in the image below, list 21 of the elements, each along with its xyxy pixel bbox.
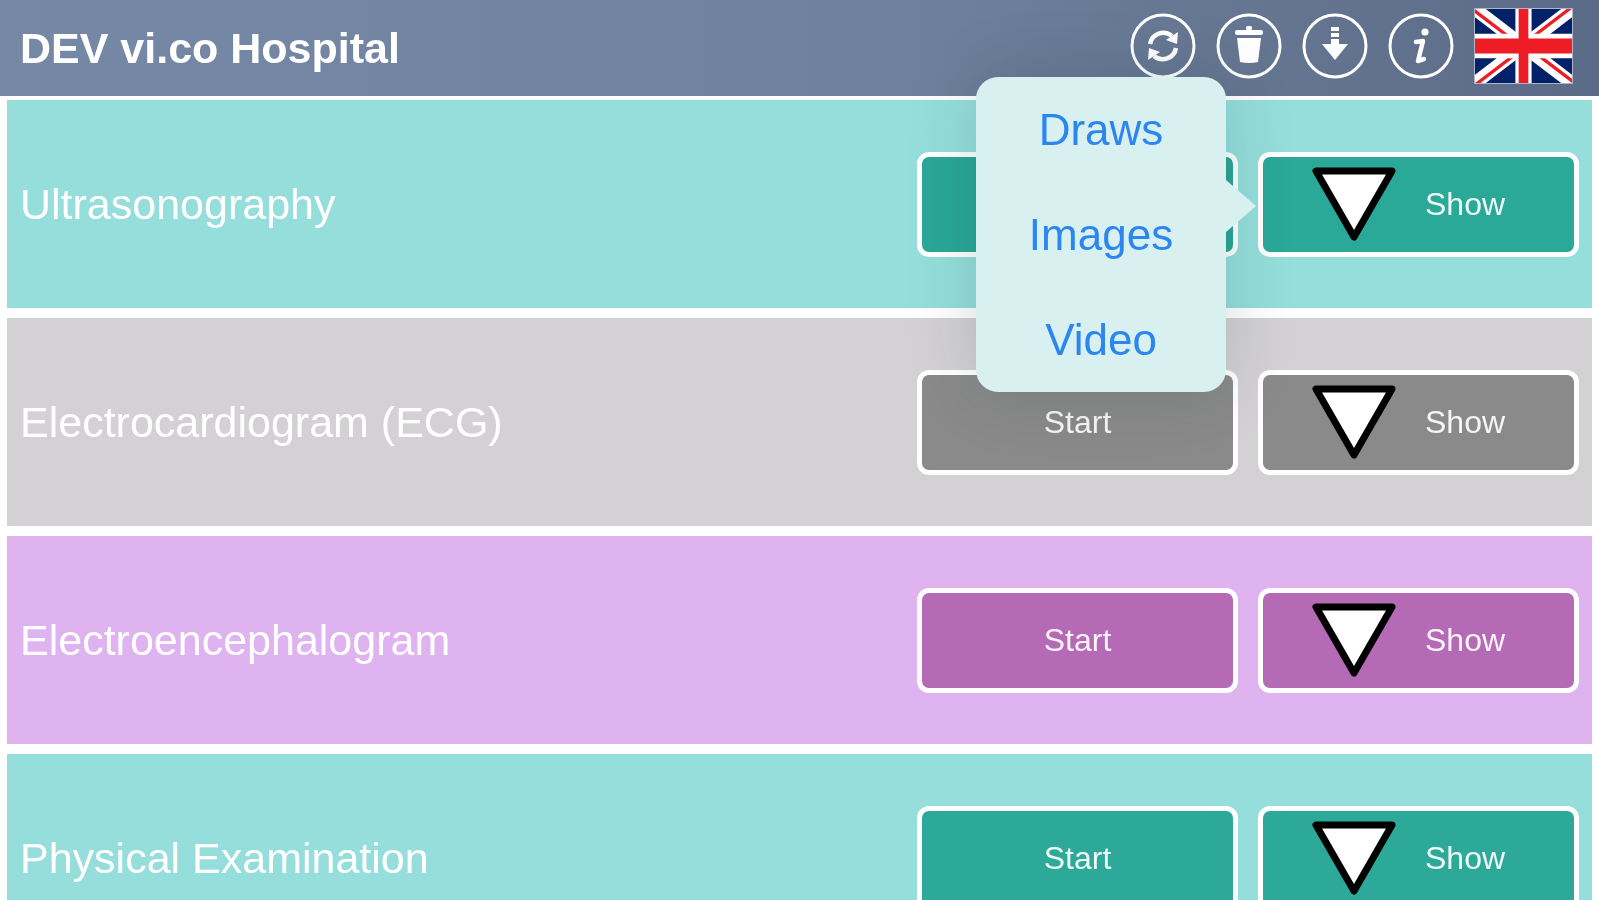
download-icon[interactable] xyxy=(1302,13,1368,79)
app-title: DEV vi.co Hospital xyxy=(20,23,400,73)
menu-item[interactable]: Draws xyxy=(976,77,1226,182)
exam-title: Physical Examination xyxy=(20,833,429,883)
down-triangle-icon xyxy=(1311,602,1397,678)
start-button[interactable]: Start xyxy=(917,805,1238,900)
down-triangle-icon xyxy=(1311,820,1397,896)
show-button[interactable]: Show xyxy=(1258,369,1579,475)
down-triangle-icon xyxy=(1311,384,1397,460)
exam-title: Ultrasonography xyxy=(20,179,336,229)
refresh-icon[interactable] xyxy=(1130,13,1196,79)
menu-item[interactable]: Images xyxy=(976,182,1226,287)
flag-icon[interactable] xyxy=(1475,9,1572,83)
start-button[interactable]: Start xyxy=(917,587,1238,693)
show-button[interactable]: Show xyxy=(1258,805,1579,900)
trash-icon[interactable] xyxy=(1216,13,1282,79)
show-button[interactable]: Show xyxy=(1258,151,1579,257)
down-triangle-icon xyxy=(1311,166,1397,242)
show-button[interactable]: Show xyxy=(1258,587,1579,693)
info-icon[interactable] xyxy=(1388,13,1454,79)
exam-title: Electroencephalogram xyxy=(20,615,451,665)
